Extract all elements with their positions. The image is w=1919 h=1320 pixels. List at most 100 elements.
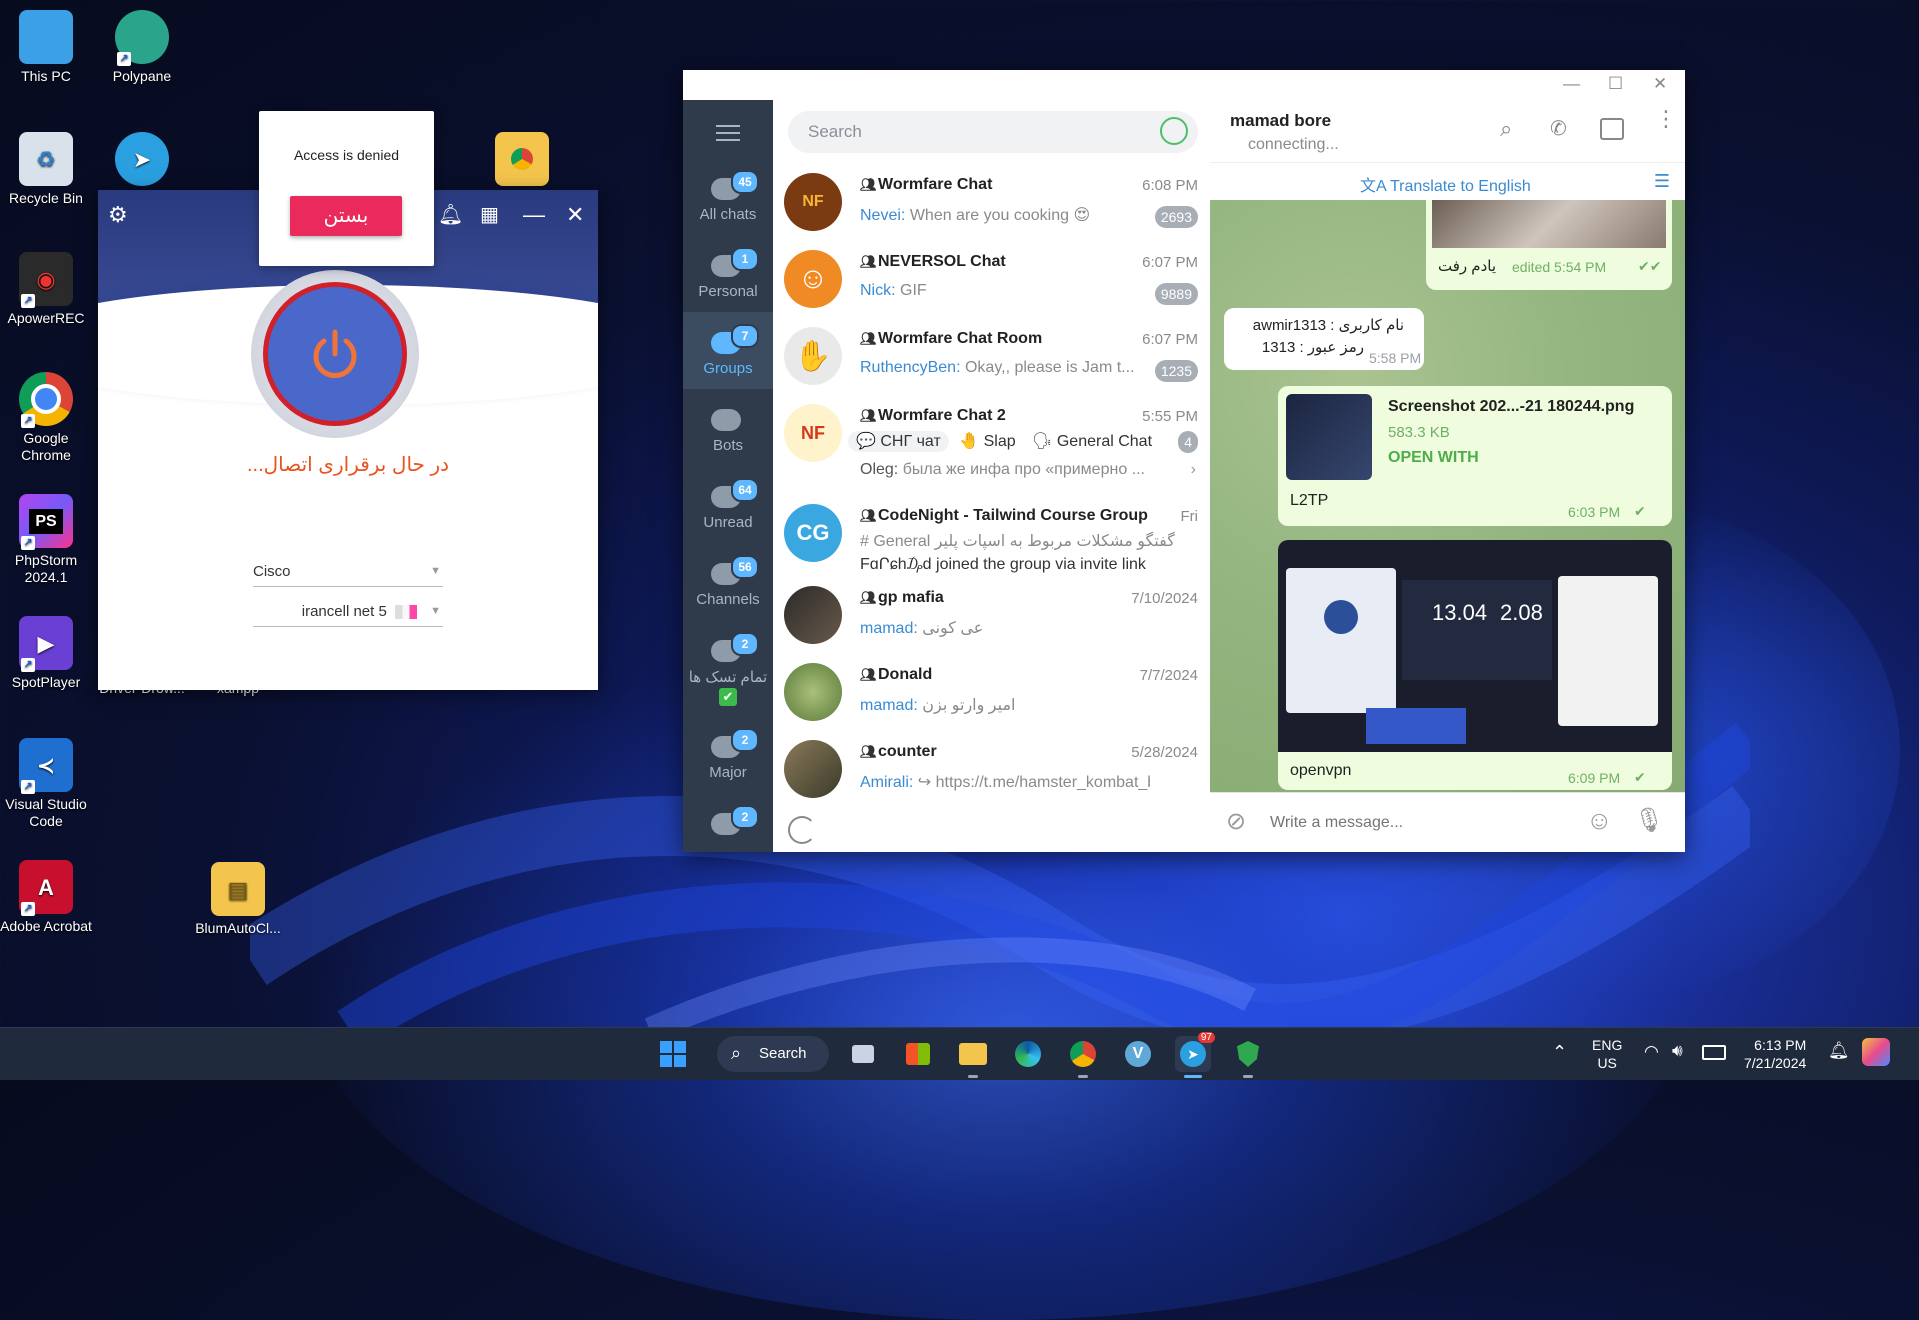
folder-all-chats[interactable]: 45 All chats [683, 158, 773, 235]
open-with-button[interactable]: OPEN WITH [1388, 449, 1479, 467]
minimize-icon[interactable]: — [1563, 74, 1580, 94]
chrome-button[interactable] [1065, 1036, 1101, 1078]
clock[interactable]: 6:13 PM 7/21/2024 [1744, 1036, 1806, 1072]
avatar: NF [784, 404, 842, 462]
message-list: یادم رفت edited 5:54 PM ✔✔ نام کاربری : … [1210, 200, 1685, 792]
chat-row-wormfare-chat[interactable]: NF 👥︎Wormfare Chat 6:08 PM Nevei: When a… [773, 164, 1210, 241]
search-input[interactable]: Search [788, 111, 1198, 153]
protocol-select[interactable]: Cisco ▼ [253, 563, 443, 587]
close-dialog-button[interactable]: بستن [290, 196, 402, 236]
folder-sidebar: 45 All chats 1 Personal 7 Groups Bots 64… [683, 100, 773, 852]
desktop-icon-vscode[interactable]: ≺ ↗ Visual Studio Code [0, 738, 94, 830]
composer: ⊘ ☺ 🎙︎ [1210, 792, 1685, 852]
status-icon[interactable] [1160, 117, 1188, 145]
desktop-icon-recycle-bin[interactable]: ♻ Recycle Bin [0, 132, 94, 207]
hamburger-menu-icon[interactable] [716, 120, 740, 146]
more-vertical-icon[interactable]: ⋮ [1655, 108, 1677, 130]
chat-header: mamad bore connecting... ⌕ ✆ ⋮ [1210, 100, 1685, 162]
bell-icon[interactable]: 🔔︎ [438, 202, 463, 227]
chat-bubble-icon: 2 [711, 728, 759, 758]
folder-extra[interactable]: 2 [683, 793, 773, 852]
emoji-icon[interactable]: ☺ [1586, 805, 1613, 836]
close-icon[interactable]: ✕ [1653, 74, 1667, 94]
desktop-icon-folder-chrome[interactable] [474, 132, 570, 190]
chat-row-wormfare-chat-2[interactable]: NF 👥︎Wormfare Chat 2 5:55 PM 💬 СНГ чат 🤚… [773, 395, 1210, 495]
notification-bell-icon[interactable]: 🔔︎ [1828, 1041, 1850, 1061]
file-explorer-button[interactable] [955, 1036, 991, 1078]
edge-button[interactable] [1010, 1036, 1046, 1072]
task-view-button[interactable] [845, 1036, 881, 1072]
search-icon[interactable]: ⌕ [1500, 116, 1512, 142]
desktop-icon-blumautoclicker[interactable]: ▤ BlumAutoCl... [190, 862, 286, 937]
desktop-icon-apowerrec[interactable]: ◉ ↗ ApowerREC [0, 252, 94, 327]
volume-icon[interactable]: 🔊︎ [1672, 1041, 1683, 1061]
chat-row-neversol-chat[interactable]: ☺ 👥︎NEVERSOL Chat 6:07 PM Nick: GIF 9889 [773, 241, 1210, 318]
group-icon: 👥︎ [860, 408, 877, 423]
chevron-up-icon[interactable]: ⌃ [1552, 1042, 1567, 1063]
maximize-icon[interactable]: ☐ [1608, 74, 1623, 94]
polypane-icon: ↗ [115, 10, 169, 66]
desktop-icon-google-chrome[interactable]: ↗ Google Chrome [0, 372, 94, 464]
gear-icon[interactable]: ⚙ [108, 202, 128, 228]
desktop-icon-polypane[interactable]: ↗ Polypane [94, 10, 190, 85]
battery-icon[interactable] [1702, 1045, 1726, 1060]
grid-icon[interactable]: ▦ [480, 202, 499, 227]
folder-personal[interactable]: 1 Personal [683, 235, 773, 312]
chat-row-donald[interactable]: 👥︎Donald 7/7/2024 mamad: امیر وارتو بزن [773, 654, 1210, 731]
wifi-icon[interactable]: ◠ [1644, 1042, 1659, 1062]
file-thumbnail[interactable] [1286, 394, 1372, 480]
folder-major[interactable]: 2 Major [683, 716, 773, 793]
attach-icon[interactable]: ⊘ [1226, 807, 1246, 836]
settings-sliders-icon[interactable]: ☰ [1654, 171, 1670, 192]
desktop-icon-this-pc[interactable]: This PC [0, 10, 94, 85]
start-button[interactable] [655, 1036, 691, 1072]
chat-title[interactable]: mamad bore [1230, 111, 1331, 131]
close-icon[interactable]: ✕ [566, 202, 584, 228]
unread-badge: 9889 [1154, 283, 1198, 305]
taskbar-search[interactable]: ⌕ Search [717, 1036, 829, 1072]
folder-icon: ▤ [211, 862, 265, 916]
desktop-icon-spotplayer[interactable]: ▶ ↗ SpotPlayer [0, 616, 94, 691]
language-indicator[interactable]: ENG US [1592, 1036, 1622, 1072]
telegram-icon: ➤ [1180, 1041, 1206, 1067]
vscode-icon: ≺ ↗ [19, 738, 73, 794]
chat-row-counter[interactable]: 👥︎counter 5/28/2024 Amirali: ↪ https://t… [773, 731, 1210, 808]
chat-row-gp-mafia[interactable]: 👥︎gp mafia 7/10/2024 mamad: عی کونی [773, 577, 1210, 654]
desktop-icon-adobe-acrobat[interactable]: A ↗ Adobe Acrobat [0, 860, 94, 935]
folder-unread[interactable]: 64 Unread [683, 466, 773, 543]
unread-badge: 1235 [1154, 360, 1198, 382]
desktop-icon-phpstorm[interactable]: PS ↗ PhpStorm 2024.1 [0, 494, 94, 586]
vpn-app-button[interactable]: V [1120, 1036, 1156, 1072]
group-icon: 👥︎ [860, 590, 877, 605]
telegram-taskbar-button[interactable]: ➤ 97 [1175, 1032, 1215, 1078]
phone-icon[interactable]: ✆ [1550, 116, 1567, 141]
folder-groups[interactable]: 7 Groups [683, 312, 773, 389]
group-icon: 👥︎ [860, 744, 877, 759]
shield-app-button[interactable] [1230, 1036, 1266, 1078]
chat-row-codenight[interactable]: CG 👥︎CodeNight - Tailwind Course Group F… [773, 495, 1210, 577]
screenshot-image[interactable]: 13.04 2.08 [1278, 540, 1672, 752]
folder-bots[interactable]: Bots [683, 389, 773, 466]
message-image[interactable]: 13.04 2.08 openvpn 6:09 PM ✔ [1278, 540, 1672, 790]
search-icon: ⌕ [731, 1043, 742, 1063]
folder-channels[interactable]: 56 Channels [683, 543, 773, 620]
message-file[interactable]: Screenshot 202...-21 180244.png 583.3 KB… [1278, 386, 1672, 526]
store-button[interactable] [900, 1036, 936, 1072]
sidebar-toggle-icon[interactable] [1600, 118, 1624, 140]
copilot-icon[interactable] [1862, 1038, 1890, 1066]
chat-row-wormfare-chat-room[interactable]: ✋ 👥︎Wormfare Chat Room 6:07 PM RuthencyB… [773, 318, 1210, 395]
folder-tasks[interactable]: 2 تمام تسک ها ✔ [683, 620, 773, 710]
message-incoming[interactable]: نام کاربری : awmir1313 رمز عبور : 1313 5… [1224, 308, 1424, 370]
chat-status: connecting... [1248, 136, 1339, 153]
message-outgoing[interactable]: یادم رفت edited 5:54 PM ✔✔ [1426, 200, 1672, 290]
minimize-icon[interactable]: — [523, 202, 545, 228]
avatar: NF [784, 173, 842, 231]
taskbar: ⌕ Search V ➤ 97 ⌃ ENG US ◠ 🔊︎ 6:13 PM 7/… [0, 1027, 1919, 1080]
power-button[interactable] [263, 282, 407, 426]
server-select[interactable]: irancell net 5 ▼ [253, 603, 443, 627]
message-input[interactable] [1268, 807, 1572, 839]
desktop-icon-telegram[interactable]: ➤ [94, 132, 190, 190]
microphone-icon[interactable]: 🎙︎ [1634, 806, 1664, 835]
folder-icon [495, 132, 549, 186]
translate-button[interactable]: 文A Translate to English [1360, 172, 1531, 196]
